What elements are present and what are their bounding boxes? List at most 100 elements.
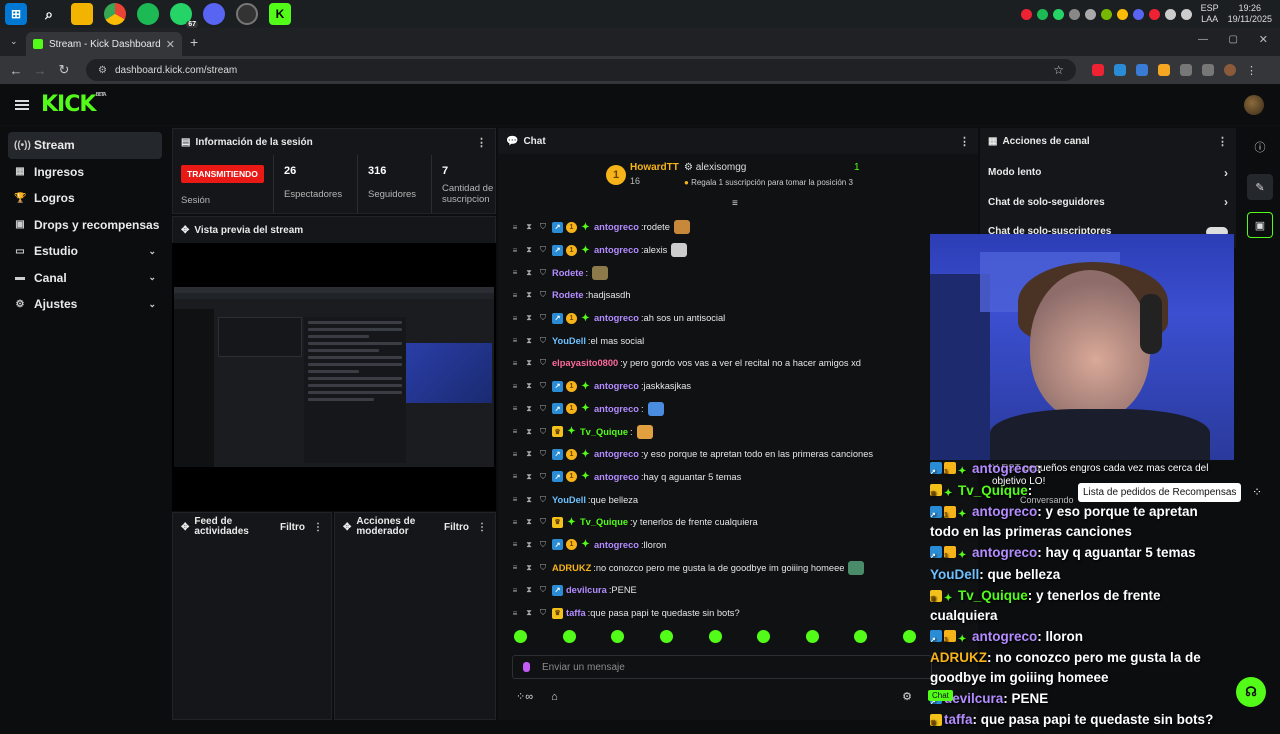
whatsapp-icon[interactable]: 67 xyxy=(170,3,198,28)
sidebar-item-ajustes[interactable]: ⚙ Ajustes ⌄ xyxy=(8,291,162,318)
clock[interactable]: 19:26 19/11/2025 xyxy=(1228,3,1272,25)
emote-1-icon[interactable] xyxy=(514,630,527,643)
chat-message[interactable]: ≡ ⧗ ⛉ ↗ 1 ✦ antogreco: y eso porque te apretan… xyxy=(510,443,940,466)
spotify-icon[interactable] xyxy=(137,3,159,25)
profile-avatar-icon[interactable] xyxy=(1224,64,1236,76)
hamburger-menu-icon[interactable] xyxy=(15,98,29,112)
chat-username[interactable]: antogreco xyxy=(594,313,639,323)
chat-message[interactable]: ≡ ⧗ ⛉ YouDell: el mas social xyxy=(510,329,940,352)
scroll-down-icon[interactable]: ≡ xyxy=(732,198,738,209)
ban-shield-icon[interactable]: ⛉ xyxy=(538,540,548,550)
chat-message[interactable]: ≡ ⧗ ⛉ ↗ devilcura: PENE xyxy=(510,579,940,602)
tray-volume-icon[interactable] xyxy=(1180,8,1192,20)
timeout-icon[interactable]: ⧗ xyxy=(524,290,534,300)
back-icon[interactable]: ← xyxy=(4,63,28,78)
ban-shield-icon[interactable]: ⛉ xyxy=(538,290,548,300)
bookmark-star-icon[interactable]: ☆ xyxy=(1053,63,1064,77)
sidebar-item-estudio[interactable]: ▭ Estudio ⌄ xyxy=(8,238,162,265)
discord-icon[interactable] xyxy=(203,3,225,25)
timeout-icon[interactable]: ⧗ xyxy=(524,245,534,255)
tray-spotify-icon[interactable] xyxy=(1036,8,1048,20)
mod-menu-icon[interactable]: ⋮ xyxy=(477,522,487,533)
sidebar-item-stream[interactable]: ((•)) Stream xyxy=(8,132,162,159)
message-menu-icon[interactable]: ≡ xyxy=(510,563,520,572)
chat-settings-icon[interactable]: ⚙ xyxy=(902,690,912,703)
message-menu-icon[interactable]: ≡ xyxy=(510,472,520,481)
chat-username[interactable]: antogreco xyxy=(594,404,639,414)
tray-nvidia-icon[interactable] xyxy=(1100,8,1112,20)
kick-logo[interactable]: KICKBETA xyxy=(41,92,107,117)
message-menu-icon[interactable]: ≡ xyxy=(510,223,520,232)
emote-9-icon[interactable] xyxy=(903,630,916,643)
sidebar-item-drops-y-recompensas[interactable]: ▣ Drops y recompensas xyxy=(8,212,162,239)
timeout-icon[interactable]: ⧗ xyxy=(524,268,534,278)
new-tab-icon[interactable]: + xyxy=(190,34,198,50)
timeout-icon[interactable]: ⧗ xyxy=(524,222,534,232)
timeout-icon[interactable]: ⧗ xyxy=(524,313,534,323)
site-info-icon[interactable]: ⚙ xyxy=(98,65,107,76)
chat-message[interactable]: ≡ ⧗ ⛉ ♛ ✦ Tv_Quique: xyxy=(510,420,940,443)
maximize-icon[interactable]: ▢ xyxy=(1229,34,1238,45)
mic-icon[interactable] xyxy=(523,662,530,672)
timeout-icon[interactable]: ⧗ xyxy=(524,358,534,368)
address-bar[interactable]: ⚙ dashboard.kick.com/stream ☆ xyxy=(86,59,1076,81)
browser-tab[interactable]: Stream - Kick Dashboard ✕ xyxy=(26,32,182,56)
windows-start-icon[interactable]: ⊞ xyxy=(5,3,27,25)
stream-preview-video[interactable] xyxy=(172,243,496,511)
chat-username[interactable]: taffa xyxy=(566,608,586,618)
tray-app2-icon[interactable] xyxy=(1132,8,1144,20)
timeout-icon[interactable]: ⧗ xyxy=(524,381,534,391)
message-menu-icon[interactable]: ≡ xyxy=(510,450,520,459)
timeout-icon[interactable]: ⧗ xyxy=(524,472,534,482)
ban-shield-icon[interactable]: ⛉ xyxy=(538,427,548,437)
timeout-icon[interactable]: ⧗ xyxy=(524,563,534,573)
tray-chrome-icon[interactable] xyxy=(1116,8,1128,20)
store-icon[interactable]: ⌂ xyxy=(551,691,558,703)
ban-shield-icon[interactable]: ⛉ xyxy=(538,313,548,323)
chat-message[interactable]: ≡ ⧗ ⛉ Rodete: xyxy=(510,261,940,284)
chrome-icon[interactable] xyxy=(104,3,126,25)
chat-message[interactable]: ≡ ⧗ ⛉ ADRUKZ: no conozco pero me gusta la d… xyxy=(510,556,940,579)
chat-username[interactable]: Rodete xyxy=(552,268,584,278)
chat-message[interactable]: ≡ ⧗ ⛉ ↗ 1 ✦ antogreco: ah sos un antisocial xyxy=(510,307,940,330)
kick-app-icon[interactable]: K xyxy=(269,3,291,25)
tray-app3-icon[interactable] xyxy=(1148,8,1160,20)
emote-5-icon[interactable] xyxy=(708,630,722,643)
timeout-icon[interactable]: ⧗ xyxy=(524,404,534,414)
message-menu-icon[interactable]: ≡ xyxy=(510,382,520,391)
ban-shield-icon[interactable]: ⛉ xyxy=(538,472,548,482)
ban-shield-icon[interactable]: ⛉ xyxy=(538,585,548,595)
chat-username[interactable]: Rodete xyxy=(552,290,584,300)
infinity-icon[interactable]: ⁘∞ xyxy=(516,690,533,703)
timeout-icon[interactable]: ⧗ xyxy=(524,427,534,437)
ban-shield-icon[interactable]: ⛉ xyxy=(538,404,548,414)
tray-whatsapp-icon[interactable] xyxy=(1052,8,1064,20)
extension-play-icon[interactable] xyxy=(1158,64,1170,76)
chat-username[interactable]: antogreco xyxy=(594,449,639,459)
tray-gamepad-icon[interactable] xyxy=(1068,8,1080,20)
sidebar-item-canal[interactable]: ▬ Canal ⌄ xyxy=(8,265,162,292)
extension-red-icon[interactable] xyxy=(1092,64,1104,76)
emote-2-icon[interactable] xyxy=(562,630,576,643)
chat-username[interactable]: antogreco xyxy=(594,540,639,550)
keyboard-language[interactable]: ESP LAA xyxy=(1201,3,1219,25)
edit-icon[interactable]: ✎ xyxy=(1247,174,1273,200)
emote-6-icon[interactable] xyxy=(757,630,771,643)
mod-filter-button[interactable]: Filtro xyxy=(444,522,469,533)
chat-message[interactable]: ≡ ⧗ ⛉ ↗ 1 ✦ antogreco: jaskkasjkas xyxy=(510,375,940,398)
ban-shield-icon[interactable]: ⛉ xyxy=(538,449,548,459)
chat-message[interactable]: ≡ ⧗ ⛉ ↗ 1 ✦ antogreco: lloron xyxy=(510,534,940,557)
chat-message-input[interactable]: Enviar un mensaje xyxy=(512,655,932,679)
search-icon[interactable]: ⌕ xyxy=(38,3,60,25)
ban-shield-icon[interactable]: ⛉ xyxy=(538,517,548,527)
chat-username[interactable]: ADRUKZ xyxy=(552,563,591,573)
followers-only-row[interactable]: Chat de solo-seguidores › xyxy=(980,188,1236,218)
timeout-icon[interactable]: ⧗ xyxy=(524,449,534,459)
ban-shield-icon[interactable]: ⛉ xyxy=(538,358,548,368)
message-menu-icon[interactable]: ≡ xyxy=(510,359,520,368)
timeout-icon[interactable]: ⧗ xyxy=(524,608,534,618)
chat-username[interactable]: antogreco xyxy=(594,245,639,255)
sidebar-item-logros[interactable]: 🏆 Logros xyxy=(8,185,162,212)
chat-username[interactable]: Tv_Quique xyxy=(580,427,628,437)
activity-filter-button[interactable]: Filtro xyxy=(280,522,305,533)
